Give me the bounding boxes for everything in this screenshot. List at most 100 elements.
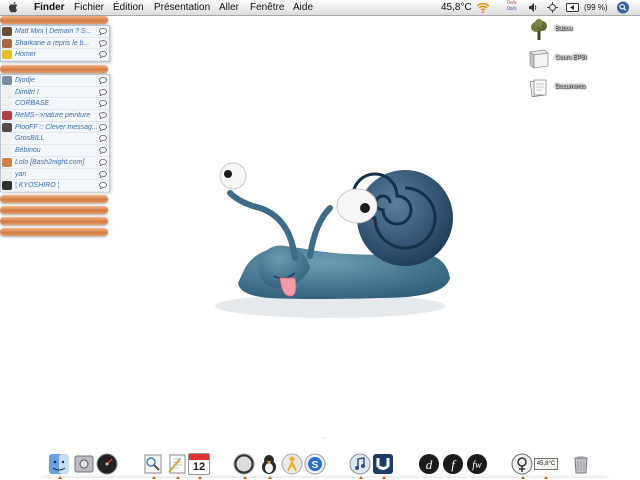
group-header-4[interactable]	[0, 206, 108, 214]
avatar	[2, 76, 12, 85]
desktop-icon-documents[interactable]: Documents	[528, 77, 636, 101]
buddy-name: Homer	[15, 51, 37, 59]
buddy-name: CORBASE	[15, 100, 50, 108]
wifi-icon[interactable]	[476, 2, 490, 13]
running-indicator	[243, 476, 247, 479]
avatar	[2, 87, 12, 97]
buddy-row[interactable]: GrosBILL	[1, 133, 109, 146]
spotlight-icon[interactable]	[616, 1, 630, 14]
textedit-icon[interactable]	[166, 453, 188, 475]
group-header-3[interactable]	[0, 195, 108, 203]
volume-icon[interactable]	[528, 2, 538, 13]
buddy-row[interactable]: Bébinou	[1, 145, 109, 157]
running-indicator	[176, 476, 180, 479]
aim-icon[interactable]	[281, 453, 303, 475]
buddy-name: Djodje	[15, 77, 35, 84]
dreamweaver-icon[interactable]: d	[418, 453, 440, 475]
buddy-name: Bébinou	[15, 147, 41, 155]
ical-day: 12	[192, 461, 206, 473]
avatar	[2, 134, 12, 144]
chat-bubble-icon	[99, 77, 107, 84]
buddy-row[interactable]: Lolo [Bash2night.com]	[1, 157, 109, 169]
tree-icon	[531, 19, 547, 40]
buddy-row[interactable]: Djodje	[1, 75, 109, 87]
system-preferences-icon[interactable]	[73, 453, 95, 475]
buddy-name: GrosBILL	[15, 135, 45, 143]
itunes-icon[interactable]	[349, 453, 371, 475]
desktop-icon-label: Documents	[555, 84, 586, 90]
chat-bubble-icon	[99, 112, 107, 120]
buddy-name: Lolo [Bash2night.com]	[15, 158, 85, 166]
menu-presentation[interactable]: Présentation	[154, 1, 210, 14]
avatar	[2, 50, 12, 60]
buddy-row[interactable]: Homer	[1, 49, 109, 62]
menu-aller[interactable]: Aller	[219, 1, 239, 14]
avatar	[2, 38, 12, 48]
buddy-row[interactable]: Sharkane a repris le b...	[1, 38, 109, 50]
group-header-6[interactable]	[0, 228, 108, 236]
dashboard-icon[interactable]	[96, 453, 118, 475]
battery-icon[interactable]	[566, 3, 580, 12]
battery-percent[interactable]: (99 %)	[584, 1, 608, 14]
avatar	[2, 99, 12, 109]
buddy-row[interactable]: Dimitri !	[1, 87, 109, 99]
group-header-5[interactable]	[0, 217, 108, 225]
documents-icon	[529, 79, 547, 98]
menu-bar: Finder Fichier Édition Présentation Alle…	[0, 0, 640, 16]
avatar	[2, 169, 12, 179]
ical-icon[interactable]: 12	[188, 453, 210, 475]
trash-icon[interactable]	[570, 453, 592, 475]
temperature-readout[interactable]: 45,8°C	[441, 1, 472, 14]
svg-text:d: d	[426, 457, 433, 472]
menu-edition[interactable]: Édition	[113, 1, 144, 14]
flash-icon[interactable]: f	[442, 453, 464, 475]
menu-fenetre[interactable]: Fenêtre	[250, 1, 284, 14]
chat-bubble-icon	[99, 100, 107, 108]
buddy-group-1: Matt Mini | Demain ? S... Sharkane a rep…	[0, 25, 110, 62]
buddy-row[interactable]: ¦ KYOSHIRO ¦	[1, 180, 109, 192]
avatar	[2, 181, 12, 191]
chat-bubble-icon	[99, 182, 107, 190]
skype-icon[interactable]: S	[304, 453, 326, 475]
chat-bubble-icon	[99, 39, 107, 47]
group-header-1[interactable]	[0, 16, 108, 24]
utorrent-icon[interactable]	[372, 453, 394, 475]
menu-finder[interactable]: Finder	[34, 1, 65, 14]
running-indicator	[521, 476, 525, 479]
finder-icon[interactable]	[48, 453, 70, 475]
buddy-row[interactable]: ReMS-->nature peinture	[1, 110, 109, 122]
desktop-icon-label: Cours EPSI	[555, 55, 587, 61]
menu-fichier[interactable]: Fichier	[74, 1, 104, 14]
buddy-row[interactable]: yan	[1, 169, 109, 181]
preview-icon[interactable]	[142, 453, 164, 475]
desktop-icon-cours-epsi[interactable]: Cours EPSI	[528, 48, 636, 72]
dock-signature: ~	[322, 434, 327, 443]
buddy-name: ReMS-->nature peinture	[15, 112, 91, 120]
temperature-monitor-icon[interactable]: 45,8°C	[534, 458, 558, 470]
buddy-row[interactable]: PlooFF :: Clever messag...	[1, 122, 109, 134]
buddy-row[interactable]: CORBASE	[1, 98, 109, 111]
fireworks-icon[interactable]: fw	[466, 453, 488, 475]
chat-bubble-icon	[99, 28, 107, 35]
buddy-row[interactable]: Matt Mini | Demain ? S...	[1, 26, 109, 38]
group-header-2[interactable]	[0, 65, 108, 73]
adium-icon[interactable]	[258, 453, 280, 475]
safari-icon[interactable]	[233, 453, 255, 475]
sync-icon[interactable]	[547, 2, 558, 13]
network-meter[interactable]: 0o/s 0o/s	[507, 0, 525, 15]
chat-bubble-icon	[99, 51, 107, 59]
menu-aide[interactable]: Aide	[293, 1, 313, 14]
desktop-icon-baboo[interactable]: Baboo	[528, 19, 636, 43]
chat-bubble-icon	[99, 158, 107, 166]
running-indicator	[544, 476, 548, 479]
running-indicator	[382, 476, 386, 479]
adium-menu-icon[interactable]	[511, 453, 533, 475]
buddy-group-2: Djodje Dimitri ! CORBASE ReMS-->nature p…	[0, 74, 110, 192]
running-indicator	[198, 476, 202, 479]
buddy-name: yan	[15, 170, 27, 178]
folder-icon	[529, 49, 549, 69]
avatar	[2, 146, 12, 156]
svg-text:S: S	[312, 460, 319, 471]
apple-icon[interactable]	[8, 1, 20, 13]
buddy-name: Dimitri !	[15, 88, 39, 96]
